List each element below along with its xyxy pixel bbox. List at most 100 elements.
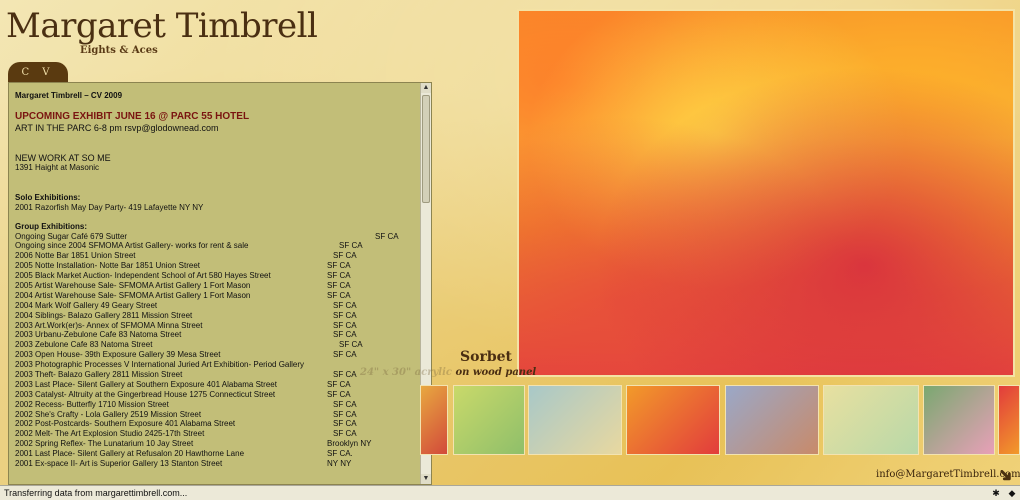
group-exhibition-row: 2006 Notte Bar 1851 Union Street SF CA [15,251,415,261]
exhibition-location: SF CA [333,419,357,429]
exhibition-location: SF CA [333,429,357,439]
group-exhibition-row: 2003 Open House- 39th Exposure Gallery 3… [15,350,415,360]
exhibition-text: 2003 Catalyst- Altruity at the Gingerbre… [15,389,276,399]
exhibition-text: 2002 Recess- Butterfly 1710 Mission Stre… [15,399,169,409]
exhibition-location: SF CA [339,241,363,251]
exhibition-location: SF CA [333,300,357,310]
group-exhibition-row: 2003 Zebulone Cafe 83 Natoma Street SF CA [15,340,415,350]
security-icon: ◆ [1008,488,1016,498]
browser-status-bar: Transferring data from margarettimbrell.… [0,485,1020,500]
exhibition-text: 2004 Mark Wolf Gallery 49 Geary Street [15,300,158,310]
new-work-heading: NEW WORK AT SO ME [15,152,111,163]
group-exhibition-row: 2003 Theft- Balazo Gallery 2811 Mission … [15,370,415,380]
group-exhibition-row: 2003 Art.Work(er)s- Annex of SFMOMA Minn… [15,321,415,331]
exhibition-location: SF CA [339,340,363,350]
group-exhibition-row: 2001 Last Place- Silent Gallery at Refus… [15,449,415,459]
exhibition-text: 2002 She's Crafty - Lola Gallery 2519 Mi… [15,409,202,419]
exhibition-text: Ongoing Sugar Café 679 Sutter [15,231,128,241]
exhibition-location: NY NY [327,458,352,468]
group-exhibition-row: 2002 Post-Postcards- Southern Exposure 4… [15,419,415,429]
exhibition-location: SF CA [333,350,357,360]
cv-content: Margaret Timbrell – CV 2009 UPCOMING EXH… [15,91,415,469]
group-exhibition-row: Ongoing Sugar Café 679 Sutter SF CA [15,232,415,242]
tab-cv[interactable]: C V [8,62,68,82]
exhibition-location: SF CA [333,369,357,379]
site-subtitle: Eights & Aces [80,45,158,56]
exhibition-location: SF CA [327,271,351,281]
artwork-thumbnail[interactable] [998,385,1020,455]
artwork-thumbnail[interactable] [528,385,622,455]
group-exhibition-row: 2003 Catalyst- Altruity at the Gingerbre… [15,390,415,400]
artwork-thumbnail[interactable] [453,385,525,455]
group-exhibition-row: 2005 Artist Warehouse Sale- SFMOMA Artis… [15,281,415,291]
exhibition-text: 2002 Post-Postcards- Southern Exposure 4… [15,419,236,429]
group-exhibition-row: 2004 Artist Warehouse Sale- SFMOMA Artis… [15,291,415,301]
exhibition-location: SF CA [327,389,351,399]
exhibition-text: 2001 Last Place- Silent Gallery at Refus… [15,449,245,459]
upcoming-exhibit-heading: UPCOMING EXHIBIT JUNE 16 @ PARC 55 HOTEL [15,110,250,122]
featured-artwork-image [517,9,1015,377]
group-exhibition-row: 2002 Spring Reflex- The Lunatarium 10 Ja… [15,439,415,449]
exhibition-text: 2004 Siblings- Balazo Gallery 2811 Missi… [15,310,193,320]
exhibition-text: 2003 Urbanu-Zebulone Cafe 83 Natoma Stre… [15,330,182,340]
site-title[interactable]: Margaret Timbrell [6,6,318,46]
exhibition-location: Brooklyn NY [327,439,372,449]
exhibition-location: SF CA [333,251,357,261]
group-exhibition-row: 2005 Black Market Auction- Independent S… [15,271,415,281]
exhibition-text: 2006 Notte Bar 1851 Union Street [15,251,136,261]
group-exhibition-row: 2004 Siblings- Balazo Gallery 2811 Missi… [15,311,415,321]
artwork-title: Sorbet [460,349,512,365]
scroll-thumb[interactable] [422,95,430,203]
exhibition-text: 2002 Spring Reflex- The Lunatarium 10 Ja… [15,439,194,449]
group-exhibition-row: 2003 Urbanu-Zebulone Cafe 83 Natoma Stre… [15,330,415,340]
exhibition-location: SF CA [333,330,357,340]
artwork-thumbnail[interactable] [420,385,448,455]
scroll-down-arrow-icon[interactable]: ▼ [421,474,431,484]
exhibition-location: SF CA [327,280,351,290]
group-exhibition-row: 2003 Photographic Processes V Internatio… [15,360,415,370]
artwork-medium-text: on wood panel [455,367,537,378]
exhibition-text: 2003 Last Place- Silent Gallery at South… [15,379,277,389]
scroll-up-arrow-icon[interactable]: ▲ [421,83,431,93]
new-work-detail: 1391 Haight at Masonic [15,162,100,172]
artwork-thumbnail[interactable] [823,385,919,455]
exhibition-text: 2002 Melt- The Art Explosion Studio 2425… [15,429,205,439]
solo-exhibitions-heading: Solo Exhibitions: [15,192,81,202]
group-exhibition-row: 2002 She's Crafty - Lola Gallery 2519 Mi… [15,410,415,420]
artwork-medium: 24" x 30" acrylic on wood panel [360,367,536,378]
exhibition-location: SF CA [333,409,357,419]
upcoming-exhibit-detail: ART IN THE PARC 6-8 pm rsvp@glodownead.c… [15,122,219,133]
status-icons: ✱ ◆ [990,487,1018,499]
group-exhibition-row: 2004 Mark Wolf Gallery 49 Geary Street SF… [15,301,415,311]
exhibition-location: SF CA. [327,449,353,459]
artwork-thumbnail[interactable] [626,385,720,455]
exhibition-text: 2005 Black Market Auction- Independent S… [15,271,271,281]
group-exhibition-row: 2005 Notte Installation- Notte Bar 1851 … [15,261,415,271]
group-exhibition-row: 2003 Last Place- Silent Gallery at South… [15,380,415,390]
exhibition-text: 2003 Theft- Balazo Gallery 2811 Mission … [15,369,183,379]
exhibition-location: SF CA [375,231,399,241]
loading-icon: ✱ [992,488,1000,498]
exhibition-text: 2005 Artist Warehouse Sale- SFMOMA Artis… [15,280,251,290]
exhibition-location: SF CA [333,399,357,409]
exhibition-text: 2005 Notte Installation- Notte Bar 1851 … [15,261,200,271]
group-exhibitions-list: Ongoing Sugar Café 679 Sutter SF CA Ongoin… [15,232,415,469]
solo-exhibition-item: 2001 Razorfish May Day Party- 419 Lafaye… [15,202,204,212]
exhibition-text: 2003 Photographic Processes V Internatio… [15,360,305,370]
artwork-size: 24" x 30" acrylic [360,367,452,378]
group-exhibitions-heading: Group Exhibitions: [15,221,87,231]
exhibition-text: 2003 Zebulone Cafe 83 Natoma Street [15,340,153,350]
exhibition-text: 2003 Open House- 39th Exposure Gallery 3… [15,350,221,360]
exhibition-text: 2003 Art.Work(er)s- Annex of SFMOMA Minn… [15,320,203,330]
artwork-thumbnail[interactable] [923,385,995,455]
group-exhibition-row: 2002 Recess- Butterfly 1710 Mission Stre… [15,400,415,410]
exhibition-location: SF CA [333,320,357,330]
cv-title: Margaret Timbrell – CV 2009 [15,91,123,100]
exhibition-location: SF CA [327,261,351,271]
exhibition-text: 2004 Artist Warehouse Sale- SFMOMA Artis… [15,290,251,300]
artwork-thumbnail[interactable] [725,385,819,455]
cv-panel: Margaret Timbrell – CV 2009 UPCOMING EXH… [8,82,432,485]
status-text: Transferring data from margarettimbrell.… [4,488,188,498]
exhibition-location: SF CA [327,379,351,389]
exhibition-text: 2001 Ex-space II- Art is Superior Galler… [15,458,223,468]
